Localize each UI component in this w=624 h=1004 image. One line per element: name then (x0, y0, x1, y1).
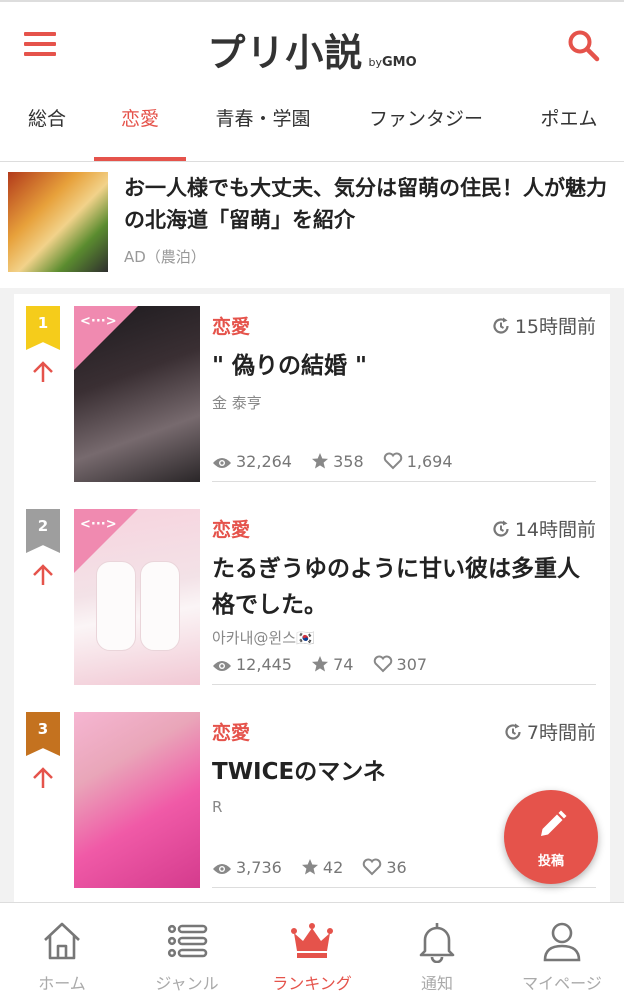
rank-badge: 3 (26, 712, 60, 756)
update-time: 14時間前 (491, 515, 596, 542)
code-icon: <···> (80, 517, 117, 532)
eye-icon (213, 661, 231, 671)
star-count: 74 (333, 655, 354, 674)
story-stats: 32,264 358 1,694 (212, 452, 467, 471)
tab-fantasy[interactable]: ファンタジー (350, 88, 502, 161)
story-title[interactable]: TWICEのマンネ (212, 754, 596, 790)
heart-icon (383, 452, 402, 470)
eye-icon (213, 864, 231, 874)
cover-thumbnail[interactable]: <···> (74, 306, 200, 482)
post-button-label: 投稿 (537, 854, 564, 869)
nav-notifications[interactable]: 通知 (375, 903, 499, 1003)
nav-label: ホーム (38, 974, 86, 993)
search-icon[interactable] (566, 28, 602, 64)
user-icon (543, 922, 581, 962)
story-title[interactable]: たるぎうゆのように甘い彼は多重人格でした。 (212, 551, 596, 623)
rank-up-arrow-icon (33, 564, 53, 585)
ranking-item[interactable]: 2 <···> 恋愛 14時間前 たるぎうゆのように甘い彼は多重人格でした。 아… (14, 497, 610, 697)
like-count: 307 (396, 655, 428, 674)
time-text: 7時間前 (526, 722, 596, 744)
nav-label: ジャンル (155, 974, 219, 993)
nav-home[interactable]: ホーム (0, 903, 124, 1003)
star-count: 42 (322, 858, 344, 877)
star-count: 358 (333, 452, 364, 471)
ad-image[interactable] (8, 172, 108, 272)
update-time: 7時間前 (503, 718, 596, 745)
app-logo[interactable]: プリ小説 byGMO (0, 22, 624, 77)
cover-thumbnail[interactable]: <···> (74, 509, 200, 685)
ad-label: AD（農泊） (124, 248, 206, 266)
tab-general[interactable]: 総合 (16, 88, 78, 161)
nav-label: マイページ (522, 974, 602, 993)
logo-by: by (368, 56, 382, 69)
divider (212, 684, 596, 685)
divider (212, 481, 596, 482)
author-name[interactable]: R (212, 798, 222, 816)
ranking-item[interactable]: 1 <···> 恋愛 15時間前 " 偽りの結婚 " 金 泰亨 32,264 3… (14, 294, 610, 494)
time-text: 15時間前 (514, 316, 596, 338)
thumb-bottle (140, 561, 180, 651)
ad-banner[interactable]: お一人様でも大丈夫、気分は留萌の住民！人が魅力の北海道「留萌」を紹介 AD（農泊… (0, 162, 624, 288)
bottom-nav: ホーム ジャンル ランキング 通知 マイページ (0, 902, 624, 1004)
list-icon (167, 924, 208, 958)
star-icon (301, 859, 318, 875)
top-bar: プリ小説 byGMO (0, 0, 624, 88)
tab-youth-school[interactable]: 青春・学園 (200, 88, 326, 161)
logo-text: プリ小説 (207, 31, 364, 75)
view-count: 12,445 (236, 655, 292, 674)
heart-icon (373, 655, 392, 673)
crown-icon (291, 923, 333, 958)
thumb-bottle (96, 561, 136, 651)
like-count: 36 (386, 858, 407, 877)
cover-thumbnail[interactable] (74, 712, 200, 888)
genre-label: 恋愛 (212, 316, 251, 338)
author-name[interactable]: 아카내@윈스🇰🇷 (212, 627, 315, 648)
author-name[interactable]: 金 泰亨 (212, 392, 262, 413)
rank-up-arrow-icon (33, 767, 53, 788)
history-icon (505, 723, 521, 740)
nav-ranking[interactable]: ランキング (250, 903, 374, 1003)
view-count: 32,264 (236, 452, 292, 471)
bell-icon (419, 923, 455, 963)
ad-title[interactable]: お一人様でも大丈夫、気分は留萌の住民！人が魅力の北海道「留萌」を紹介 (124, 172, 614, 236)
rank-badge: 1 (26, 306, 60, 350)
nav-mypage[interactable]: マイページ (500, 903, 624, 1003)
star-icon (312, 453, 329, 469)
history-icon (493, 520, 509, 537)
like-count: 1,694 (406, 452, 453, 471)
code-icon: <···> (80, 314, 117, 329)
post-button[interactable]: 投稿 (504, 790, 598, 884)
time-text: 14時間前 (514, 519, 596, 541)
update-time: 15時間前 (491, 312, 596, 339)
nav-label: ランキング (272, 974, 352, 993)
nav-genre[interactable]: ジャンル (125, 903, 249, 1003)
nav-label: 通知 (420, 974, 453, 993)
home-icon (44, 922, 80, 960)
genre-tabs: 総合 恋愛 青春・学園 ファンタジー ポエム (0, 88, 624, 162)
divider (212, 887, 596, 888)
story-stats: 3,736 42 36 (212, 858, 421, 877)
logo-gmo: GMO (381, 55, 417, 70)
history-icon (493, 317, 509, 334)
genre-label: 恋愛 (212, 722, 251, 744)
story-stats: 12,445 74 307 (212, 655, 441, 674)
pencil-icon (541, 810, 567, 836)
tab-poem[interactable]: ポエム (526, 88, 612, 161)
heart-icon (363, 858, 382, 876)
rank-badge: 2 (26, 509, 60, 553)
genre-label: 恋愛 (212, 519, 251, 541)
star-icon (312, 656, 329, 672)
view-count: 3,736 (236, 858, 282, 877)
tab-romance[interactable]: 恋愛 (94, 88, 186, 161)
rank-up-arrow-icon (33, 361, 53, 382)
eye-icon (213, 458, 231, 468)
story-title[interactable]: " 偽りの結婚 " (212, 348, 596, 384)
